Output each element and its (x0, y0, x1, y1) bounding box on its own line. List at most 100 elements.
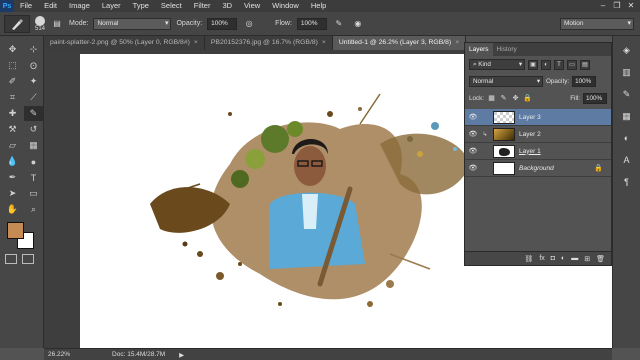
canvas-area[interactable] (44, 50, 640, 348)
close-button[interactable]: ✕ (624, 0, 638, 12)
lock-pixels-icon[interactable]: ✎ (499, 94, 508, 103)
tab-history[interactable]: History (493, 43, 521, 56)
zoom-tool-icon[interactable]: ⌕ (24, 202, 43, 217)
mask-icon[interactable]: ◘ (551, 255, 555, 262)
blur-tool-icon[interactable]: 💧 (3, 154, 22, 169)
menu-type[interactable]: Type (127, 0, 155, 12)
layer-name: Layer 1 (519, 147, 541, 155)
paragraph-panel-icon[interactable]: ¶ (618, 174, 636, 190)
properties-panel-icon[interactable]: ▦ (618, 108, 636, 124)
trash-icon[interactable]: 🗑 (596, 255, 605, 263)
close-tab-icon[interactable]: × (322, 39, 326, 46)
menu-view[interactable]: View (238, 0, 266, 12)
layer-row-layer-2[interactable]: 👁 ↳ Layer 2 (465, 126, 611, 143)
dodge-tool-icon[interactable]: ● (24, 154, 43, 169)
menu-image[interactable]: Image (63, 0, 96, 12)
menu-file[interactable]: File (14, 0, 38, 12)
clone-stamp-tool-icon[interactable]: ⚒ (3, 122, 22, 137)
layer-opacity-field[interactable]: 100% (572, 76, 597, 87)
lasso-tool-icon[interactable]: ʘ (24, 58, 43, 73)
fill-field[interactable]: 100% (583, 93, 607, 104)
workspace-dropdown[interactable]: Motion (560, 17, 634, 30)
layer-row-layer-3[interactable]: 👁 Layer 3 (465, 109, 611, 126)
marquee-tool-icon[interactable]: ⬚ (3, 58, 22, 73)
layer-name: Layer 3 (519, 113, 541, 121)
blend-mode-dropdown[interactable]: Normal (469, 76, 543, 87)
menu-3d[interactable]: 3D (216, 0, 238, 12)
channels-panel-icon[interactable]: ▥ (618, 64, 636, 80)
menu-help[interactable]: Help (305, 0, 332, 12)
lock-transparency-icon[interactable]: ▦ (487, 94, 496, 103)
airbrush-icon[interactable]: ✎ (332, 17, 346, 31)
link-icon[interactable]: ⛓ (524, 255, 533, 263)
type-tool-icon[interactable]: T (24, 170, 43, 185)
shape-tool-icon[interactable]: ▭ (24, 186, 43, 201)
folder-icon[interactable]: ▬ (571, 255, 578, 262)
tool-preset-picker[interactable] (4, 14, 30, 33)
visibility-eye-icon[interactable]: 👁 (465, 147, 481, 155)
brush-panel-toggle-icon[interactable]: ▤ (50, 17, 64, 31)
adjustment-filter-icon[interactable]: ◐ (541, 59, 551, 70)
brush-picker[interactable]: 514 (35, 15, 45, 32)
lock-position-icon[interactable]: ✥ (511, 94, 520, 103)
brush-tool-icon[interactable]: ✎ (24, 106, 43, 121)
pen-tool-icon[interactable]: ✒ (3, 170, 22, 185)
minimize-button[interactable]: – (596, 0, 610, 12)
screen-mode-icon[interactable] (22, 254, 34, 264)
quick-select-tool-icon[interactable]: ✐ (3, 74, 22, 89)
magic-wand-tool-icon[interactable]: ✦ (24, 74, 43, 89)
history-brush-tool-icon[interactable]: ↺ (24, 122, 43, 137)
eraser-tool-icon[interactable]: ▱ (3, 138, 22, 153)
menu-layer[interactable]: Layer (96, 0, 127, 12)
opacity-field[interactable]: 100% (207, 17, 238, 30)
pressure-size-icon[interactable]: ◉ (351, 17, 365, 31)
hand-tool-icon[interactable]: ✋ (3, 202, 22, 217)
layer-row-layer-1[interactable]: 👁 Layer 1 (465, 143, 611, 160)
visibility-eye-icon[interactable]: 👁 (465, 164, 481, 172)
status-bar: 26.22% Doc: 15.4M/28.7M ▶ (44, 348, 612, 360)
menu-select[interactable]: Select (155, 0, 188, 12)
layer-opacity-label: Opacity: (546, 78, 570, 85)
eyedropper-tool-icon[interactable]: ⟋ (24, 90, 43, 105)
new-layer-icon[interactable]: ⊞ (584, 255, 590, 263)
type-filter-icon[interactable]: T (554, 59, 564, 70)
paths-panel-icon[interactable]: ✎ (618, 86, 636, 102)
foreground-color-swatch[interactable] (7, 222, 24, 239)
restore-button[interactable]: ❐ (610, 0, 624, 12)
crop-tool-icon[interactable]: ⌗ (3, 90, 22, 105)
fx-icon[interactable]: fx (539, 255, 544, 262)
quick-mask-icon[interactable] (5, 254, 17, 264)
pressure-opacity-icon[interactable]: ◎ (242, 17, 256, 31)
close-tab-icon[interactable]: × (455, 39, 459, 46)
lock-all-icon[interactable]: 🔒 (523, 94, 532, 103)
gradient-tool-icon[interactable]: ▦ (24, 138, 43, 153)
menu-window[interactable]: Window (266, 0, 305, 12)
healing-brush-tool-icon[interactable]: ✚ (3, 106, 22, 121)
menu-edit[interactable]: Edit (38, 0, 63, 12)
layers-panel-icon[interactable]: ◈ (618, 42, 636, 58)
artboard-tool-icon[interactable]: ⊹ (24, 42, 43, 57)
path-select-tool-icon[interactable]: ➤ (3, 186, 22, 201)
flow-field[interactable]: 100% (296, 17, 327, 30)
adjustments-panel-icon[interactable]: ◐ (618, 130, 636, 146)
layer-filter-row: ⌕ Kind ▣ ◐ T ▭ ▤ (465, 56, 611, 73)
tab-paint-splatter[interactable]: paint-splatter-2.png @ 50% (Layer 0, RGB… (44, 36, 205, 50)
visibility-eye-icon[interactable]: 👁 (465, 113, 481, 121)
character-panel-icon[interactable]: A (618, 152, 636, 168)
tab-untitled-1[interactable]: Untitled-1 @ 26.2% (Layer 3, RGB/8) × (332, 36, 467, 50)
tab-layers[interactable]: Layers (465, 43, 493, 56)
close-tab-icon[interactable]: × (194, 39, 198, 46)
visibility-eye-icon[interactable]: 👁 (465, 130, 481, 138)
menu-filter[interactable]: Filter (188, 0, 217, 12)
layer-row-background[interactable]: 👁 Background 🔒 (465, 160, 611, 177)
mode-dropdown[interactable]: Normal (93, 17, 172, 30)
zoom-level[interactable]: 26.22% (48, 351, 70, 358)
tab-pb20152376[interactable]: PB20152376.jpg @ 16.7% (RGB/8) × (204, 36, 333, 50)
move-tool-icon[interactable]: ✥ (3, 42, 22, 57)
smart-object-filter-icon[interactable]: ▤ (580, 59, 590, 70)
pixel-filter-icon[interactable]: ▣ (528, 59, 538, 70)
kind-filter-dropdown[interactable]: ⌕ Kind (469, 59, 525, 70)
status-menu-arrow-icon[interactable]: ▶ (179, 351, 184, 359)
shape-filter-icon[interactable]: ▭ (567, 59, 577, 70)
adjustment-icon[interactable]: ◐ (561, 255, 565, 262)
